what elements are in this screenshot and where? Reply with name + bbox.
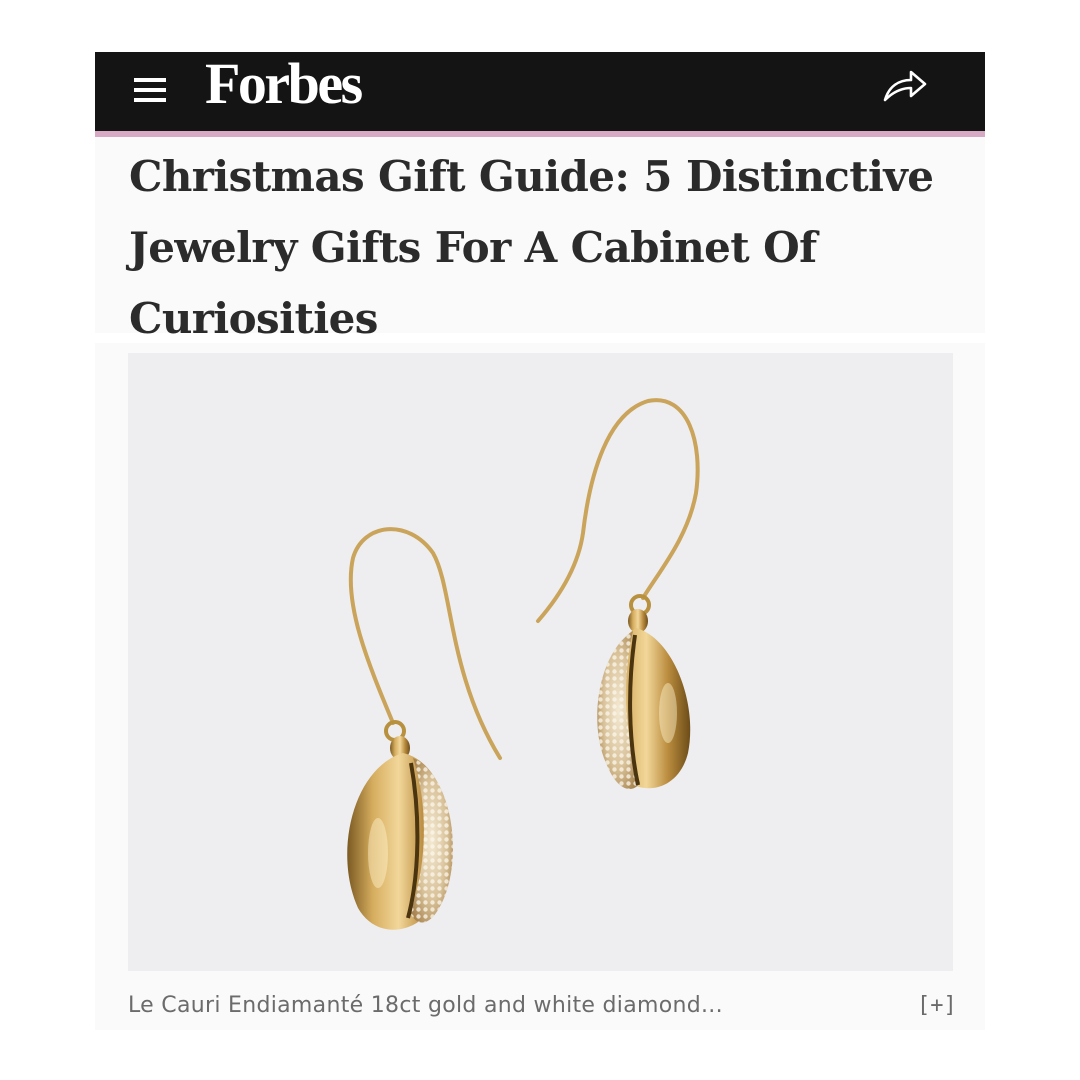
article-headline: Christmas Gift Guide: 5 Distinctive Jewe…: [129, 152, 934, 343]
forbes-logo[interactable]: Forbes: [205, 54, 363, 114]
headline-section: Christmas Gift Guide: 5 Distinctive Jewe…: [95, 137, 985, 343]
right-earring: [536, 398, 700, 789]
top-navigation-bar: Forbes: [95, 52, 985, 131]
image-caption: Le Cauri Endiamanté 18ct gold and white …: [128, 993, 723, 1018]
caption-expand-button[interactable]: [+]: [917, 993, 957, 1018]
share-arrow-icon[interactable]: [881, 64, 929, 108]
hamburger-menu-icon[interactable]: [132, 70, 168, 110]
earrings-photo: [128, 353, 953, 971]
article-card: Forbes Christmas Gift Guide: 5 Distincti…: [95, 52, 985, 1030]
left-earring: [347, 527, 502, 930]
article-media-section: Le Cauri Endiamanté 18ct gold and white …: [95, 343, 985, 1030]
